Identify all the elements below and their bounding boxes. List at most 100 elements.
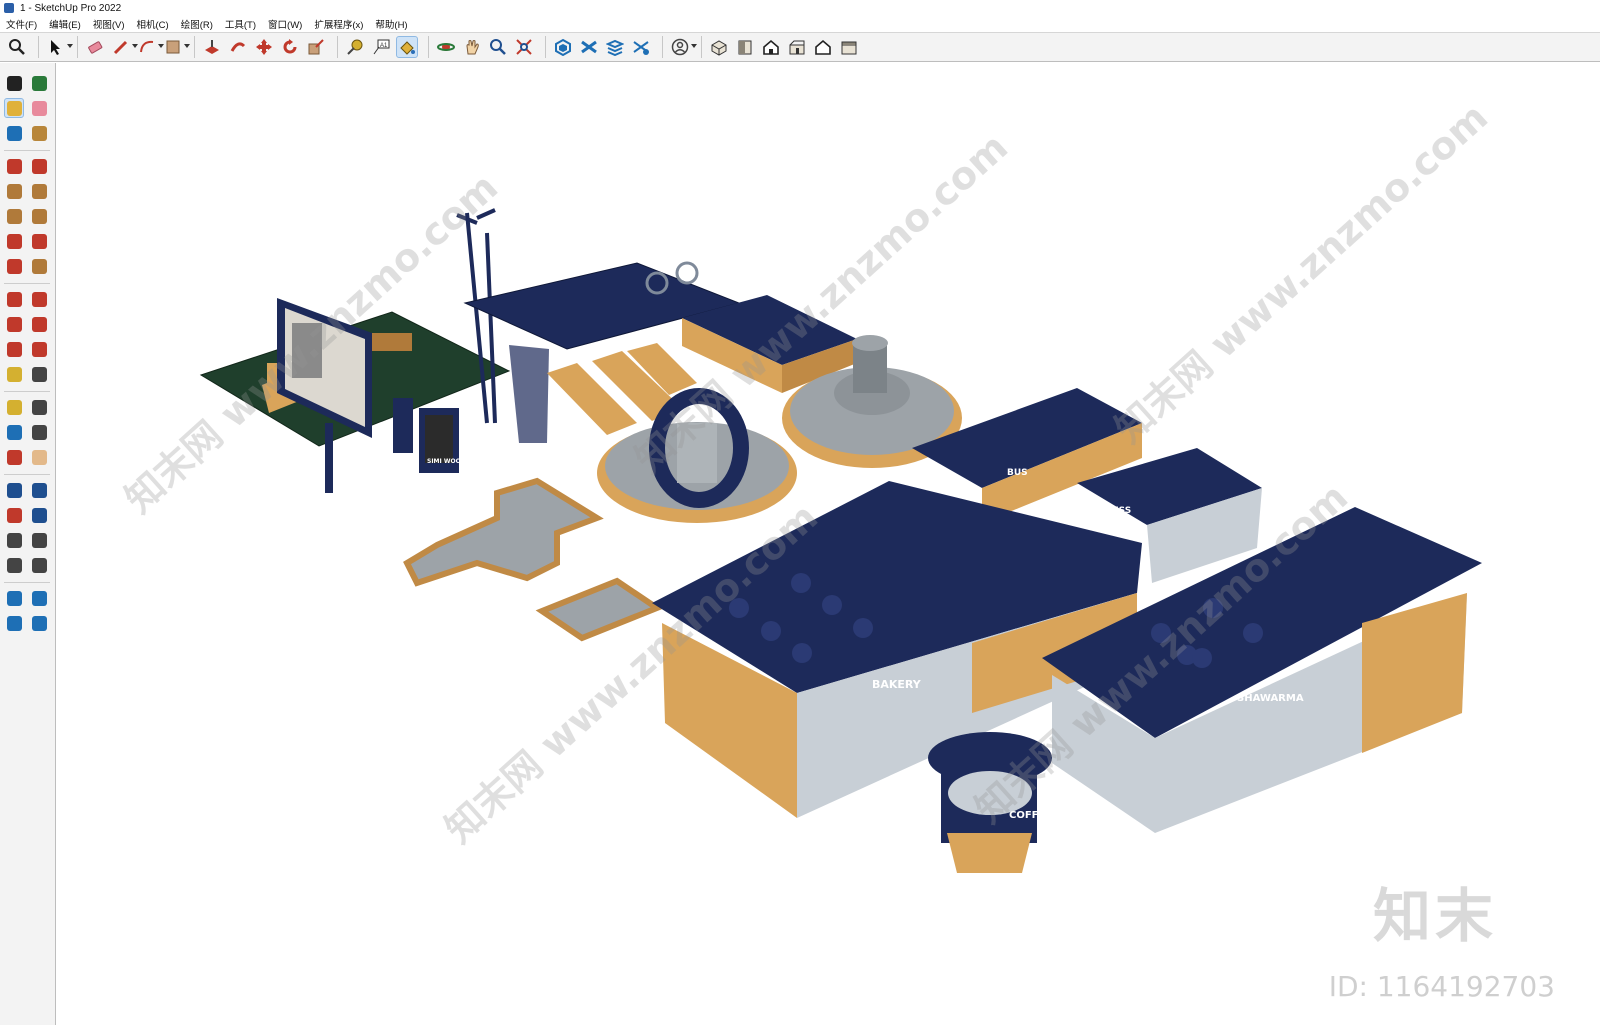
- rotate-icon[interactable]: [279, 36, 301, 58]
- polygon-icon[interactable]: [29, 206, 49, 226]
- select-icon[interactable]: [45, 36, 73, 58]
- text-icon[interactable]: [29, 397, 49, 417]
- pie-icon[interactable]: [29, 256, 49, 276]
- follow-me-icon[interactable]: [29, 314, 49, 334]
- eraser-icon[interactable]: [84, 36, 106, 58]
- paint-bucket-icon-glyph: [6, 100, 22, 116]
- user-account-icon[interactable]: [669, 36, 697, 58]
- offset-icon-glyph: [31, 341, 47, 357]
- zoom-extents-icon[interactable]: [513, 36, 535, 58]
- orbit-icon[interactable]: [4, 447, 24, 467]
- section-plane-icon-glyph: [31, 557, 47, 573]
- rectangle-icon[interactable]: [162, 36, 190, 58]
- freehand-icon[interactable]: [29, 156, 49, 176]
- 3d-warehouse-icon[interactable]: [4, 588, 24, 608]
- left-view-icon[interactable]: [838, 36, 860, 58]
- section-plane-icon[interactable]: [29, 555, 49, 575]
- menu-window[interactable]: 窗口(W): [268, 17, 302, 31]
- bakery-label: BAKERY: [872, 678, 922, 691]
- scale-icon[interactable]: [4, 339, 24, 359]
- menu-view[interactable]: 视图(V): [93, 17, 125, 31]
- component-icon-glyph: [6, 125, 22, 141]
- protractor-icon[interactable]: [4, 397, 24, 417]
- toolbar-separator: [4, 582, 50, 583]
- pencil-icon[interactable]: [110, 36, 138, 58]
- tape-measure-icon[interactable]: [344, 36, 366, 58]
- axes-icon[interactable]: [4, 422, 24, 442]
- 3d-text-icon[interactable]: [29, 422, 49, 442]
- orbit-icon-glyph: [31, 75, 47, 91]
- press-label: PRESS: [1099, 506, 1131, 516]
- extension-warehouse-icon[interactable]: [29, 588, 49, 608]
- arc-icon[interactable]: [136, 36, 164, 58]
- zoom-window-icon[interactable]: [29, 480, 49, 500]
- rotated-rectangle-icon[interactable]: [29, 181, 49, 201]
- menu-extensions[interactable]: 扩展程序(x): [314, 17, 363, 31]
- tape-measure-icon[interactable]: [4, 364, 24, 384]
- extension-manager-icon[interactable]: [29, 613, 49, 633]
- three-point-arc-icon-glyph: [6, 258, 22, 274]
- watermark-id: ID: 1164192703: [1328, 970, 1555, 1003]
- layout-icon[interactable]: [4, 613, 24, 633]
- large-tool-set: [0, 63, 56, 1025]
- orbit-icon[interactable]: [29, 73, 49, 93]
- front-view-icon[interactable]: [760, 36, 782, 58]
- rectangle-icon[interactable]: [4, 181, 24, 201]
- zoom-extents-icon[interactable]: [4, 505, 24, 525]
- polygon-icon-glyph: [31, 208, 47, 224]
- three-point-arc-icon[interactable]: [4, 256, 24, 276]
- zoom-icon[interactable]: [4, 480, 24, 500]
- paint-bucket-icon[interactable]: [396, 36, 418, 58]
- eraser-icon[interactable]: [29, 98, 49, 118]
- walk-icon[interactable]: [4, 555, 24, 575]
- menu-file[interactable]: 文件(F): [6, 17, 37, 31]
- component-icon[interactable]: [4, 123, 24, 143]
- position-camera-icon-glyph: [6, 532, 22, 548]
- drawing-viewport[interactable]: SIMI WOODS BUS PRESS BAKERY SHAWARMA COF…: [57, 63, 1600, 1025]
- pan-icon[interactable]: [29, 447, 49, 467]
- layout-icon[interactable]: [604, 36, 626, 58]
- right-view-icon[interactable]: [786, 36, 808, 58]
- paint-icon[interactable]: [29, 123, 49, 143]
- two-point-arc-icon[interactable]: [29, 231, 49, 251]
- pan-icon[interactable]: [461, 36, 483, 58]
- circle-icon[interactable]: [4, 206, 24, 226]
- position-camera-icon[interactable]: [4, 530, 24, 550]
- menu-draw[interactable]: 绘图(R): [181, 17, 213, 31]
- arc-icon[interactable]: [4, 231, 24, 251]
- push-pull-icon[interactable]: [201, 36, 223, 58]
- menu-camera[interactable]: 相机(C): [136, 17, 168, 31]
- follow-me-icon[interactable]: [227, 36, 249, 58]
- trimble-connect-icon[interactable]: [630, 36, 652, 58]
- push-pull-icon[interactable]: [29, 289, 49, 309]
- paint-bucket-icon[interactable]: [4, 98, 24, 118]
- text-icon[interactable]: A1: [370, 36, 392, 58]
- orbit-icon[interactable]: [435, 36, 457, 58]
- look-around-icon[interactable]: [29, 530, 49, 550]
- scale-icon[interactable]: [305, 36, 327, 58]
- iso-view-icon[interactable]: [708, 36, 730, 58]
- layout-icon-glyph: [6, 615, 22, 631]
- zoom-window-icon[interactable]: [487, 36, 509, 58]
- select-icon[interactable]: [4, 73, 24, 93]
- 3d-warehouse-icon-glyph: [6, 590, 22, 606]
- 3d-warehouse-icon[interactable]: [552, 36, 574, 58]
- menu-edit[interactable]: 编辑(E): [49, 17, 81, 31]
- move-icon[interactable]: [4, 289, 24, 309]
- poster-stand[interactable]: SIMI WOODS: [393, 398, 470, 473]
- move-icon[interactable]: [253, 36, 275, 58]
- back-view-icon[interactable]: [812, 36, 834, 58]
- menu-tools[interactable]: 工具(T): [225, 17, 256, 31]
- pencil-icon[interactable]: [4, 156, 24, 176]
- move-icon-glyph: [6, 291, 22, 307]
- previous-view-icon[interactable]: [29, 505, 49, 525]
- menu-help[interactable]: 帮助(H): [375, 17, 407, 31]
- rotate-icon[interactable]: [4, 314, 24, 334]
- extension-warehouse-icon[interactable]: [578, 36, 600, 58]
- dimension-icon[interactable]: [29, 364, 49, 384]
- offset-icon[interactable]: [29, 339, 49, 359]
- top-view-icon[interactable]: [734, 36, 756, 58]
- toolbar-separator: [337, 36, 338, 58]
- zoom-icon[interactable]: [6, 36, 28, 58]
- scale-icon-glyph: [6, 341, 22, 357]
